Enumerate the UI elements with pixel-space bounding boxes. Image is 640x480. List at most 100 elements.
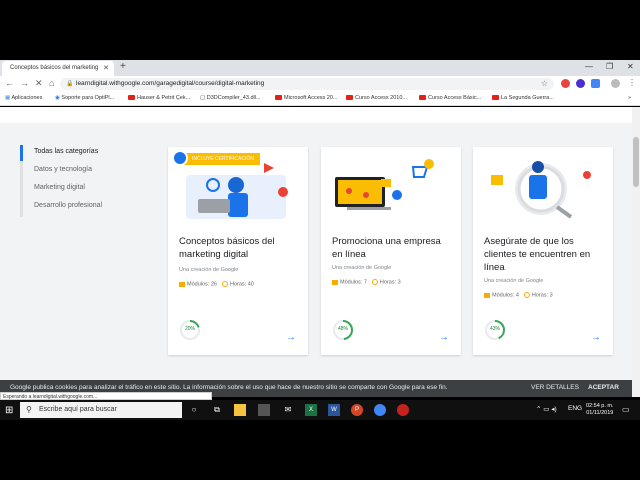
certification-badge: INCLUYE CERTIFICACIÓN xyxy=(172,150,260,166)
address-bar[interactable]: 🔒 learndigital.withgoogle.com/garagedigi… xyxy=(60,78,554,90)
cookie-accept-button[interactable]: ACEPTAR xyxy=(588,384,619,391)
chrome-icon[interactable] xyxy=(374,404,386,416)
course-card[interactable]: Promociona una empresa en línea Una crea… xyxy=(321,147,461,355)
course-title[interactable]: Conceptos básicos del marketing digital xyxy=(179,235,297,261)
task-view-icon[interactable]: ⧉ xyxy=(211,404,223,416)
clock-icon xyxy=(523,292,530,298)
bookmark-apps[interactable]: ▦ Aplicaciones xyxy=(5,95,42,101)
bookmark-item[interactable]: Curso Access Básic... xyxy=(419,95,481,101)
illustration-shop-screen xyxy=(335,159,434,210)
bookmark-item[interactable]: La Segunda Guerra... xyxy=(492,95,554,101)
cookie-details-button[interactable]: VER DETALLES xyxy=(531,384,579,391)
browser-tab[interactable]: Conceptos básicos del marketing ✕ xyxy=(2,61,114,76)
close-window-icon[interactable]: ✕ xyxy=(627,62,634,71)
scrollbar-thumb[interactable] xyxy=(633,137,639,187)
file-explorer-icon[interactable] xyxy=(234,404,246,416)
bookmark-item[interactable]: Microsoft Access 20... xyxy=(275,95,338,101)
cookie-text: Google publica cookies para analizar el … xyxy=(10,384,448,391)
modules-icon xyxy=(179,281,185,287)
extension-icon[interactable] xyxy=(561,79,570,88)
avatar[interactable] xyxy=(611,79,620,88)
ribbon-icon xyxy=(172,150,188,166)
sidebar-item-all[interactable]: Todas las categorías xyxy=(34,148,98,155)
system-clock[interactable]: 02:54 p. m. 01/11/2019 xyxy=(586,403,614,417)
course-meta: Módulos: 26 Horas: 40 xyxy=(179,281,254,287)
vertical-scrollbar[interactable] xyxy=(632,107,640,397)
progress-ring: 43% xyxy=(484,319,506,341)
search-placeholder: Escribe aquí para buscar xyxy=(39,406,117,413)
course-author: Una creación de Google xyxy=(484,278,544,284)
progress-label: 20% xyxy=(184,326,195,332)
bookmark-item[interactable]: Hauser & Petrit Çek... xyxy=(128,95,190,101)
new-tab-icon[interactable]: + xyxy=(120,61,126,72)
powerpoint-icon[interactable]: P xyxy=(351,404,363,416)
page-header-strip xyxy=(0,107,632,123)
home-icon[interactable]: ⌂ xyxy=(49,78,54,88)
youtube-icon xyxy=(128,95,135,101)
minimize-icon[interactable]: — xyxy=(585,62,593,71)
modules-icon xyxy=(484,292,490,298)
modules-icon xyxy=(332,279,338,285)
bookmark-star-icon[interactable]: ☆ xyxy=(541,79,548,88)
youtube-icon xyxy=(419,95,426,101)
taskbar: ⊞ ⚲ Escribe aquí para buscar ○ ⧉ ✉ X W P… xyxy=(0,400,640,420)
tray-icons[interactable]: ⌃ ▭ ◂) xyxy=(536,405,557,413)
tab-title: Conceptos básicos del marketing xyxy=(10,65,99,71)
clock-icon xyxy=(221,281,228,287)
excel-icon[interactable]: X xyxy=(305,404,317,416)
arrow-right-icon[interactable]: → xyxy=(286,332,296,343)
more-bookmarks-icon[interactable]: » xyxy=(628,95,631,101)
globe-icon: ◉ xyxy=(55,95,60,101)
screen: Conceptos básicos del marketing ✕ + — ❐ … xyxy=(0,0,640,480)
course-illustration xyxy=(321,147,461,223)
youtube-icon xyxy=(275,95,282,101)
language-indicator[interactable]: ENG xyxy=(568,405,582,412)
sidebar-item-data-tech[interactable]: Datos y tecnología xyxy=(34,166,92,173)
sidebar-item-marketing[interactable]: Marketing digital xyxy=(34,184,85,191)
url-text: learndigital.withgoogle.com/garagedigita… xyxy=(76,80,265,87)
forward-icon[interactable]: → xyxy=(20,78,29,88)
course-title[interactable]: Promociona una empresa en línea xyxy=(332,235,450,261)
course-title[interactable]: Asegúrate de que los clientes te encuent… xyxy=(484,235,602,274)
lock-icon: 🔒 xyxy=(66,81,74,87)
back-icon[interactable]: ← xyxy=(5,78,14,88)
cortana-icon[interactable]: ○ xyxy=(188,404,200,416)
active-indicator xyxy=(20,145,23,161)
maximize-icon[interactable]: ❐ xyxy=(606,62,613,71)
course-card[interactable]: INCLUYE CERTIFICACIÓN Conceptos básicos … xyxy=(168,147,308,355)
tab-strip: Conceptos básicos del marketing ✕ + — ❐ … xyxy=(0,60,640,76)
bookmark-item[interactable]: Curso Access 2010... xyxy=(346,95,407,101)
course-illustration: INCLUYE CERTIFICACIÓN xyxy=(168,147,308,223)
page-icon: ▢ xyxy=(200,95,206,101)
windows-start-icon[interactable]: ⊞ xyxy=(5,405,13,416)
word-icon[interactable]: W xyxy=(328,404,340,416)
course-meta: Módulos: 7 Horas: 3 xyxy=(332,279,401,285)
clock-time: 02:54 p. m. xyxy=(586,403,614,409)
progress-label: 48% xyxy=(337,326,348,332)
arrow-right-icon[interactable]: → xyxy=(439,332,449,343)
course-author: Una creación de Google xyxy=(332,265,392,271)
store-icon[interactable] xyxy=(258,404,270,416)
arrow-right-icon[interactable]: → xyxy=(591,332,601,343)
course-illustration xyxy=(473,147,613,223)
app-icon[interactable] xyxy=(397,404,409,416)
tab-close-icon[interactable]: ✕ xyxy=(103,64,109,72)
illustration-person-magnifier xyxy=(491,161,591,219)
extension-icon[interactable] xyxy=(576,79,585,88)
youtube-icon xyxy=(492,95,499,101)
bookmark-item[interactable]: ◉ Soporte para OptiPl... xyxy=(55,95,114,101)
mail-icon[interactable]: ✉ xyxy=(282,404,294,416)
taskbar-search[interactable]: ⚲ Escribe aquí para buscar xyxy=(20,402,182,418)
menu-icon[interactable]: ⋮ xyxy=(628,78,636,87)
stop-icon[interactable]: ✕ xyxy=(35,78,43,89)
bookmark-item[interactable]: ▢ D3DCompiler_43.dll... xyxy=(200,95,261,101)
clock-icon xyxy=(371,279,378,285)
apps-grid-icon: ▦ xyxy=(5,95,11,101)
sidebar-rail xyxy=(20,145,23,217)
progress-ring: 20% xyxy=(179,319,201,341)
progress-label: 43% xyxy=(489,326,500,332)
notifications-icon[interactable]: ▭ xyxy=(622,405,630,414)
translate-icon[interactable] xyxy=(591,79,600,88)
course-card[interactable]: Asegúrate de que los clientes te encuent… xyxy=(473,147,613,355)
sidebar-item-professional[interactable]: Desarrollo profesional xyxy=(34,202,102,209)
